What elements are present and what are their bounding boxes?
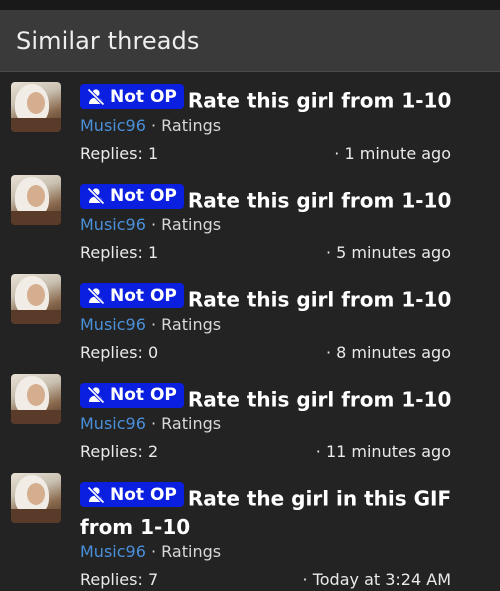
thread-meta: Music96 · Ratings (80, 314, 486, 336)
thread-forum[interactable]: Ratings (161, 215, 221, 234)
thread-list: Not OP Rate this girl from 1-10 Music96 … (0, 72, 500, 591)
user-slash-icon (86, 187, 106, 205)
reply-count: Replies: 7 (80, 569, 159, 589)
reply-count: Replies: 0 (80, 342, 159, 362)
user-slash-icon (86, 485, 106, 504)
thread-title-line: Not OP Rate this girl from 1-10 (80, 382, 486, 414)
reply-count: Replies: 1 (80, 143, 159, 163)
thread-forum[interactable]: Ratings (161, 542, 221, 561)
meta-separator: · (150, 314, 162, 334)
thread-stats: Replies: 1 · 5 minutes ago (80, 242, 486, 264)
thread-meta: Music96 · Ratings (80, 115, 486, 137)
thread-title[interactable]: Rate this girl from 1-10 (188, 188, 452, 212)
thread-time-wrap: · 8 minutes ago (326, 342, 451, 364)
thread-item[interactable]: Not OP Rate this girl from 1-10 Music96 … (0, 165, 500, 265)
avatar[interactable] (11, 82, 61, 132)
time-separator: · (315, 442, 321, 461)
thread-meta: Music96 · Ratings (80, 413, 486, 435)
time-separator: · (334, 143, 340, 163)
time-separator: · (325, 342, 332, 362)
avatar[interactable] (11, 373, 61, 424)
not-op-badge: Not OP (80, 382, 184, 408)
badge-label: Not OP (110, 285, 177, 306)
thread-title-line: Not OP Rate this girl from 1-10 (80, 84, 486, 115)
avatar[interactable] (11, 174, 61, 225)
not-op-badge: Not OP (80, 482, 184, 507)
time-separator: · (302, 569, 308, 589)
badge-label: Not OP (110, 186, 177, 206)
reply-count: Replies: 2 (80, 442, 159, 461)
thread-forum[interactable]: Ratings (161, 315, 221, 334)
status-strip (0, 0, 500, 10)
badge-label: Not OP (110, 484, 177, 505)
thread-forum[interactable]: Ratings (161, 414, 221, 433)
thread-author[interactable]: Music96 (80, 116, 146, 135)
thread-time-wrap: · 1 minute ago (334, 143, 451, 165)
badge-label: Not OP (110, 385, 177, 405)
last-activity-time[interactable]: 11 minutes ago (326, 442, 451, 461)
meta-separator: · (150, 541, 162, 561)
not-op-badge: Not OP (80, 183, 184, 209)
user-slash-icon (86, 87, 106, 106)
thread-title[interactable]: Rate this girl from 1-10 (188, 89, 452, 113)
thread-title[interactable]: Rate this girl from 1-10 (188, 387, 452, 411)
last-activity-time[interactable]: Today at 3:24 AM (313, 570, 451, 589)
thread-item[interactable]: Not OP Rate this girl from 1-10 Music96 … (0, 72, 500, 165)
thread-title-line: Not OP Rate this girl from 1-10 (80, 183, 486, 215)
thread-stats: Replies: 7 · Today at 3:24 AM (80, 569, 486, 591)
thread-forum[interactable]: Ratings (161, 116, 221, 135)
not-op-badge: Not OP (80, 283, 184, 308)
reply-count: Replies: 1 (80, 243, 159, 262)
thread-time-wrap: · 11 minutes ago (316, 441, 451, 463)
thread-author[interactable]: Music96 (80, 542, 146, 561)
thread-meta: Music96 · Ratings (80, 541, 486, 563)
user-slash-icon (86, 286, 106, 305)
last-activity-time[interactable]: 5 minutes ago (336, 243, 451, 262)
thread-meta: Music96 · Ratings (80, 214, 486, 236)
thread-author[interactable]: Music96 (80, 215, 146, 234)
meta-separator: · (150, 115, 162, 135)
thread-time-wrap: · Today at 3:24 AM (303, 569, 451, 591)
thread-stats: Replies: 0 · 8 minutes ago (80, 342, 486, 364)
badge-label: Not OP (110, 86, 177, 107)
section-title: Similar threads (16, 26, 200, 55)
meta-separator: · (150, 414, 162, 433)
thread-stats: Replies: 1 · 1 minute ago (80, 143, 486, 165)
thread-item[interactable]: Not OP Rate the girl in this GIF from 1-… (0, 463, 500, 591)
meta-separator: · (150, 215, 162, 234)
thread-title[interactable]: Rate this girl from 1-10 (188, 288, 452, 312)
thread-title-line: Not OP Rate the girl in this GIF from 1-… (80, 482, 486, 541)
last-activity-time[interactable]: 8 minutes ago (336, 343, 451, 362)
thread-title-line: Not OP Rate this girl from 1-10 (80, 283, 486, 314)
thread-item[interactable]: Not OP Rate this girl from 1-10 Music96 … (0, 364, 500, 464)
avatar[interactable] (11, 473, 61, 523)
time-separator: · (325, 243, 332, 262)
last-activity-time[interactable]: 1 minute ago (344, 144, 451, 163)
thread-author[interactable]: Music96 (80, 315, 146, 334)
avatar[interactable] (11, 274, 61, 324)
section-header: Similar threads (0, 10, 500, 72)
thread-author[interactable]: Music96 (80, 414, 146, 433)
not-op-badge: Not OP (80, 84, 184, 109)
thread-time-wrap: · 5 minutes ago (326, 242, 451, 264)
thread-stats: Replies: 2 · 11 minutes ago (80, 441, 486, 463)
thread-item[interactable]: Not OP Rate this girl from 1-10 Music96 … (0, 264, 500, 364)
user-slash-icon (86, 386, 106, 404)
